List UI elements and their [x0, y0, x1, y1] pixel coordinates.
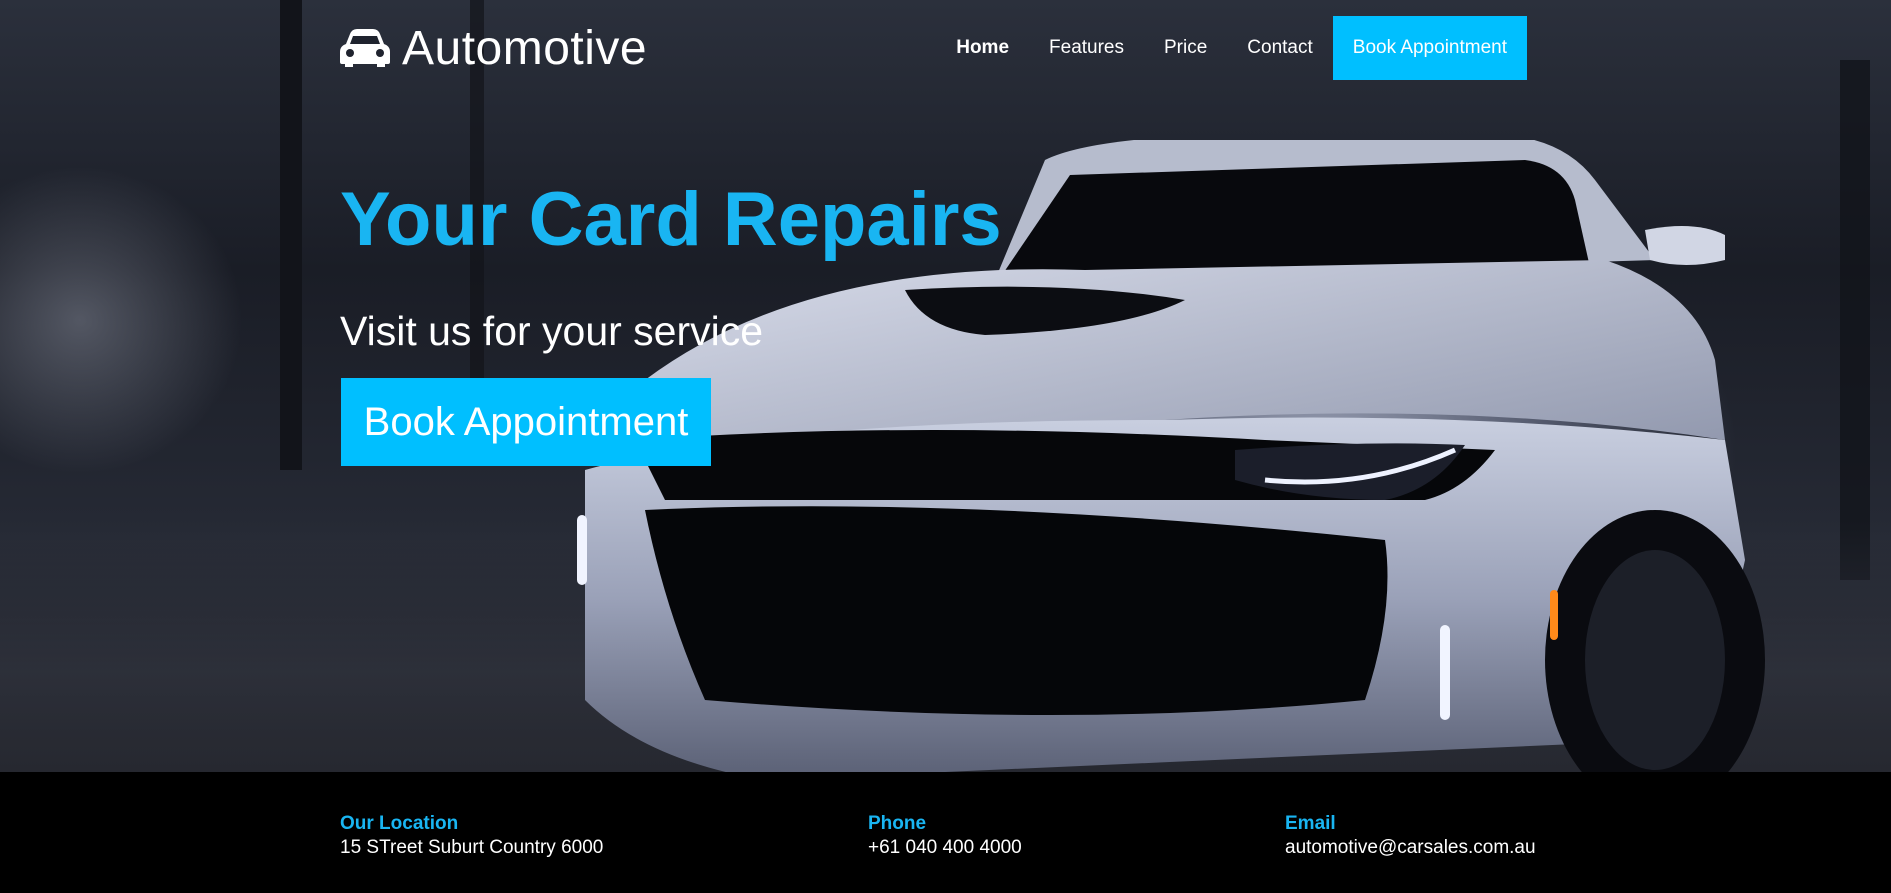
footer-email-label: Email	[1285, 813, 1336, 834]
nav-link-price[interactable]: Price	[1164, 37, 1207, 59]
nav-link-home[interactable]: Home	[956, 37, 1009, 59]
nav-link-features[interactable]: Features	[1049, 37, 1124, 59]
nav-links: Home Features Price Contact Book Appoint…	[916, 16, 1527, 80]
footer-phone-label: Phone	[868, 813, 927, 834]
hero-title: Your Card Repairs	[340, 177, 1002, 262]
nav-book-appointment-button[interactable]: Book Appointment	[1332, 16, 1527, 80]
car-icon	[340, 28, 390, 68]
hero-section: Automotive Home Features Price Contact B…	[0, 0, 1891, 772]
brand-name: Automotive	[402, 21, 648, 75]
hero-book-appointment-button[interactable]: Book Appointment	[341, 378, 711, 466]
background-pillar	[1840, 60, 1870, 580]
hero-subtitle: Visit us for your service	[340, 308, 764, 354]
footer-email: Email automotive@carsales.com.au	[1285, 812, 1536, 860]
footer-location-value: 15 STreet Suburt Country 6000	[340, 837, 604, 858]
footer-phone: Phone +61 040 400 4000	[868, 812, 1022, 860]
footer-email-value[interactable]: automotive@carsales.com.au	[1285, 835, 1536, 860]
nav-link-contact[interactable]: Contact	[1247, 37, 1312, 59]
footer-location: Our Location 15 STreet Suburt Country 60…	[340, 812, 603, 860]
footer-phone-value[interactable]: +61 040 400 4000	[868, 835, 1022, 860]
brand-logo[interactable]: Automotive	[340, 20, 647, 76]
top-navbar: Automotive Home Features Price Contact B…	[0, 0, 1891, 96]
footer-location-label: Our Location	[340, 813, 459, 834]
